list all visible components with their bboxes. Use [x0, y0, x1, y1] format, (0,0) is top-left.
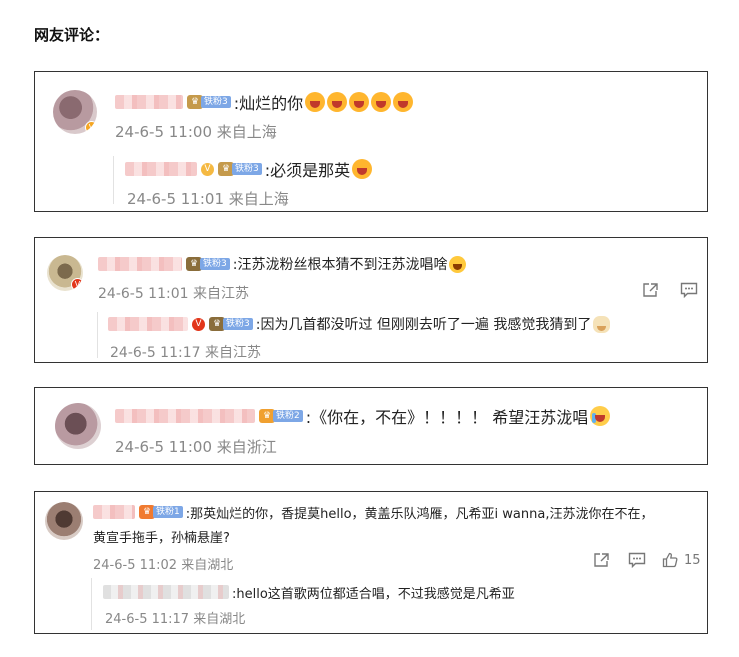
verified-badge-icon: V	[85, 121, 97, 134]
share-icon	[594, 553, 609, 567]
like-count: 15	[684, 552, 701, 568]
reply-divider	[91, 578, 92, 630]
fan-badge: ♛ 铁粉3	[186, 257, 230, 271]
comment-text: :那英灿烂的你，香提莫hello，黄盖乐队鸿雁，凡希亚i wanna,汪苏泷你在…	[185, 506, 654, 522]
username-redacted[interactable]	[125, 162, 197, 176]
comment-text-continued: 黄宣手拖手，孙楠悬崖?	[93, 530, 230, 546]
comment-time: 24-6-5 11:00	[115, 438, 212, 456]
comment-text: :《你在，不在》！！！！ 希望汪苏泷唱	[305, 408, 589, 427]
reply-time: 24-6-5 11:17	[105, 612, 190, 627]
comment-card: V ♛ 铁粉3 :灿烂的你 24-6-5 11:00 来自上海 V ♛ 铁粉3 :必…	[34, 71, 708, 212]
crying-emoji-icon	[327, 92, 348, 112]
comment-location: 来自浙江	[216, 438, 277, 456]
avatar[interactable]	[45, 502, 83, 540]
crying-emoji-icon	[590, 406, 611, 426]
reply-text: :hello这首歌两位都适合唱，不过我感觉是凡希亚	[232, 586, 515, 602]
comment-card: V ♛ 铁粉3 :汪苏泷粉丝根本猜不到汪苏泷唱啥 24-6-5 11:01 来自江…	[34, 237, 708, 363]
reply-divider	[113, 156, 114, 204]
username-redacted[interactable]	[115, 95, 183, 109]
reply-location: 来自江苏	[204, 345, 261, 361]
comment-location: 来自江苏	[192, 286, 249, 302]
comment-time: 24-6-5 11:01	[98, 286, 189, 302]
fan-badge: ♛ 铁粉3	[218, 162, 262, 176]
avatar[interactable]	[55, 403, 101, 449]
reply-location: 来自上海	[228, 190, 289, 208]
share-button[interactable]	[642, 282, 659, 298]
page-heading: 网友评论：	[34, 26, 110, 44]
comment-button[interactable]	[628, 552, 646, 568]
reply-time: 24-6-5 11:01	[127, 190, 224, 208]
comment-time: 24-6-5 11:00	[115, 123, 212, 141]
username-redacted[interactable]	[108, 317, 188, 331]
username-redacted[interactable]	[93, 505, 135, 519]
comment-button[interactable]	[680, 282, 698, 298]
fan-badge: ♛ 铁粉2	[259, 409, 303, 423]
crying-emoji-icon	[349, 92, 370, 112]
comment-text: :汪苏泷粉丝根本猜不到汪苏泷唱啥	[232, 257, 448, 273]
avatar[interactable]: V	[53, 90, 97, 134]
doge-emoji-icon	[593, 315, 611, 333]
verified-icon: V	[192, 317, 205, 331]
crying-emoji-icon	[352, 159, 373, 179]
fan-badge: ♛ 铁粉1	[139, 505, 183, 519]
comment-text: :灿烂的你	[233, 94, 304, 113]
username-redacted[interactable]	[98, 257, 182, 271]
verified-icon: V	[201, 162, 214, 176]
comment-location: 来自湖北	[181, 558, 234, 573]
comment-icon	[628, 552, 646, 568]
comment-card: ♛ 铁粉2 :《你在，不在》！！！！ 希望汪苏泷唱 24-6-5 11:00 来自…	[34, 387, 708, 465]
share-button[interactable]	[593, 552, 610, 568]
crying-emoji-icon	[305, 92, 326, 112]
verified-badge-icon: V	[71, 278, 83, 291]
share-icon	[643, 283, 658, 297]
like-icon	[662, 552, 678, 568]
laughing-emoji-icon	[449, 255, 467, 273]
reply-text: :因为几首都没听过 但刚刚去听了一遍 我感觉我猜到了	[255, 317, 592, 333]
crying-emoji-icon	[371, 92, 392, 112]
reply-divider	[97, 312, 98, 358]
username-redacted[interactable]	[115, 409, 255, 423]
comment-card: ♛ 铁粉1 :那英灿烂的你，香提莫hello，黄盖乐队鸿雁，凡希亚i wanna,…	[34, 491, 708, 634]
reply-location: 来自湖北	[193, 612, 246, 627]
comment-location: 来自上海	[216, 123, 277, 141]
avatar[interactable]: V	[47, 255, 83, 291]
crying-emoji-icon	[393, 92, 414, 112]
username-redacted[interactable]	[103, 585, 229, 599]
reply-text: :必须是那英	[264, 161, 351, 180]
like-button[interactable]: 15	[662, 552, 701, 568]
fan-badge: ♛ 铁粉3	[209, 317, 253, 331]
fan-badge: ♛ 铁粉3	[187, 95, 231, 109]
comment-time: 24-6-5 11:02	[93, 558, 178, 573]
comment-icon	[680, 282, 698, 298]
reply-time: 24-6-5 11:17	[110, 345, 201, 361]
